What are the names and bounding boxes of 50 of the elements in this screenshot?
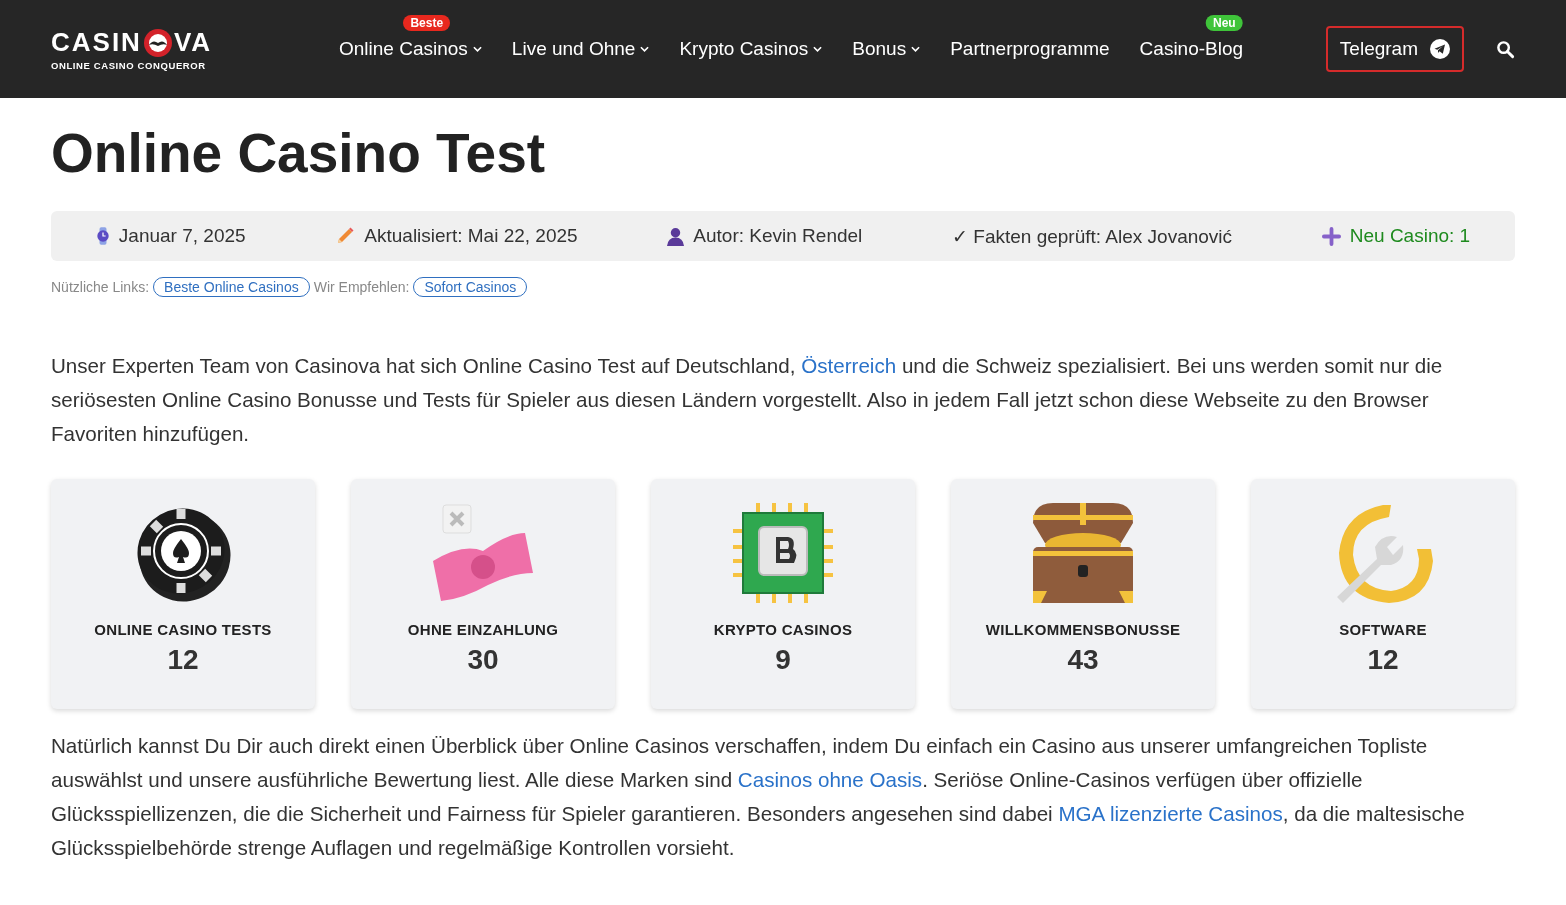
card-count: 30 — [467, 644, 499, 676]
logo-text[interactable]: VA — [173, 27, 213, 58]
meta-text: Januar 7, 2025 — [118, 225, 246, 247]
person-icon — [667, 226, 685, 246]
meta-text: Aktualisiert: Mai 22, 2025 — [364, 225, 578, 247]
category-card[interactable]: SOFTWARE 12 — [1251, 479, 1515, 709]
nav-link[interactable]: Krypto Casinos — [679, 38, 809, 60]
pencil-icon — [335, 226, 356, 246]
nav-link[interactable]: Live und Ohne — [511, 38, 636, 60]
text-link[interactable]: Casinos ohne Oasis — [737, 768, 923, 791]
nav-link[interactable]: Online Casinos — [339, 38, 468, 60]
treasure-chest-icon — [1033, 503, 1133, 603]
banknote-icon — [433, 503, 533, 603]
logo-text[interactable]: CASIN — [51, 27, 142, 58]
paper-plane-icon — [1430, 39, 1450, 59]
nav-link[interactable]: Partnerprogramme — [950, 38, 1110, 60]
card-title: ONLINE CASINO TESTS — [94, 621, 272, 638]
plus-icon — [1321, 226, 1341, 246]
links-label: Nützliche Links: — [51, 279, 150, 295]
body-paragraph: Natürlich kannst Du Dir auch direkt einen Überblick über Online Casinos verschaffen, indem Du einfach ein Casino aus unserer umfangreichen Topliste auswählst und unsere ausführliche Bewertung liest. Alle diese Marken sind Casinos ohne Oasis. Seriöse Online-Casinos verfügen über offizielle Glücksspiellizenzen, die die Sicherheit und Fairness für Spieler garantieren. Besonders angesehen sind dabei MGA lizenzierte Casinos, da die maltesische Glücksspielbehörde strenge Auflagen und regelmäßige Kontrollen vorsieht. — [51, 733, 1466, 861]
page-title: Online Casino Test — [51, 126, 547, 181]
text-link[interactable]: Österreich — [801, 354, 897, 377]
card-title: SOFTWARE — [1339, 621, 1427, 638]
intro-paragraph: Unser Experten Team von Casinova hat sich Online Casino Test auf Deutschland, Österreich und die Schweiz spezialisiert. Bei uns werden somit nur die seriösesten Online Casino Bonusse und Tests für Spieler aus diesen Ländern vorgestellt. Also in jedem Fall jetzt schon diese Webseite zu den Browser Favoriten hinzufügen. — [51, 353, 1444, 447]
card-title: KRYPTO CASINOS — [713, 621, 853, 638]
telegram-button[interactable]: Telegram — [1325, 26, 1464, 72]
meta-text: Neu Casino: 1 — [1349, 225, 1471, 247]
card-title: WILLKOMMENSBONUSSE — [985, 621, 1181, 638]
category-card[interactable]: ONLINE CASINO TESTS 12 — [51, 479, 315, 709]
card-count: 9 — [775, 644, 791, 676]
poker-chip-icon — [142, 27, 173, 58]
category-card[interactable]: KRYPTO CASINOS 9 — [651, 479, 915, 709]
meta-text: Autor: Kevin Rendel — [693, 225, 863, 247]
bitcoin-chip-icon — [733, 503, 833, 603]
watch-icon — [95, 227, 110, 245]
links-label: Wir Empfehlen: — [313, 279, 410, 295]
card-count: 12 — [167, 644, 199, 676]
card-count: 43 — [1067, 644, 1099, 676]
logo-tagline: ONLINE CASINO CONQUEROR — [51, 60, 207, 71]
search-icon[interactable] — [1496, 39, 1515, 59]
category-card[interactable]: WILLKOMMENSBONUSSE 43 — [951, 479, 1215, 709]
nav-badge: Beste — [403, 15, 451, 31]
nav-link[interactable]: Bonus — [852, 38, 907, 60]
card-title: OHNE EINZAHLUNG — [407, 621, 559, 638]
nav-badge: Neu — [1206, 15, 1243, 31]
category-card[interactable]: OHNE EINZAHLUNG 30 — [351, 479, 615, 709]
card-count: 12 — [1367, 644, 1399, 676]
meta-text: ✓ Fakten geprüft: Alex Jovanović — [952, 224, 1233, 248]
nav-link[interactable]: Casino-Blog — [1139, 38, 1244, 60]
text-link[interactable]: MGA lizenzierte Casinos — [1058, 802, 1283, 825]
